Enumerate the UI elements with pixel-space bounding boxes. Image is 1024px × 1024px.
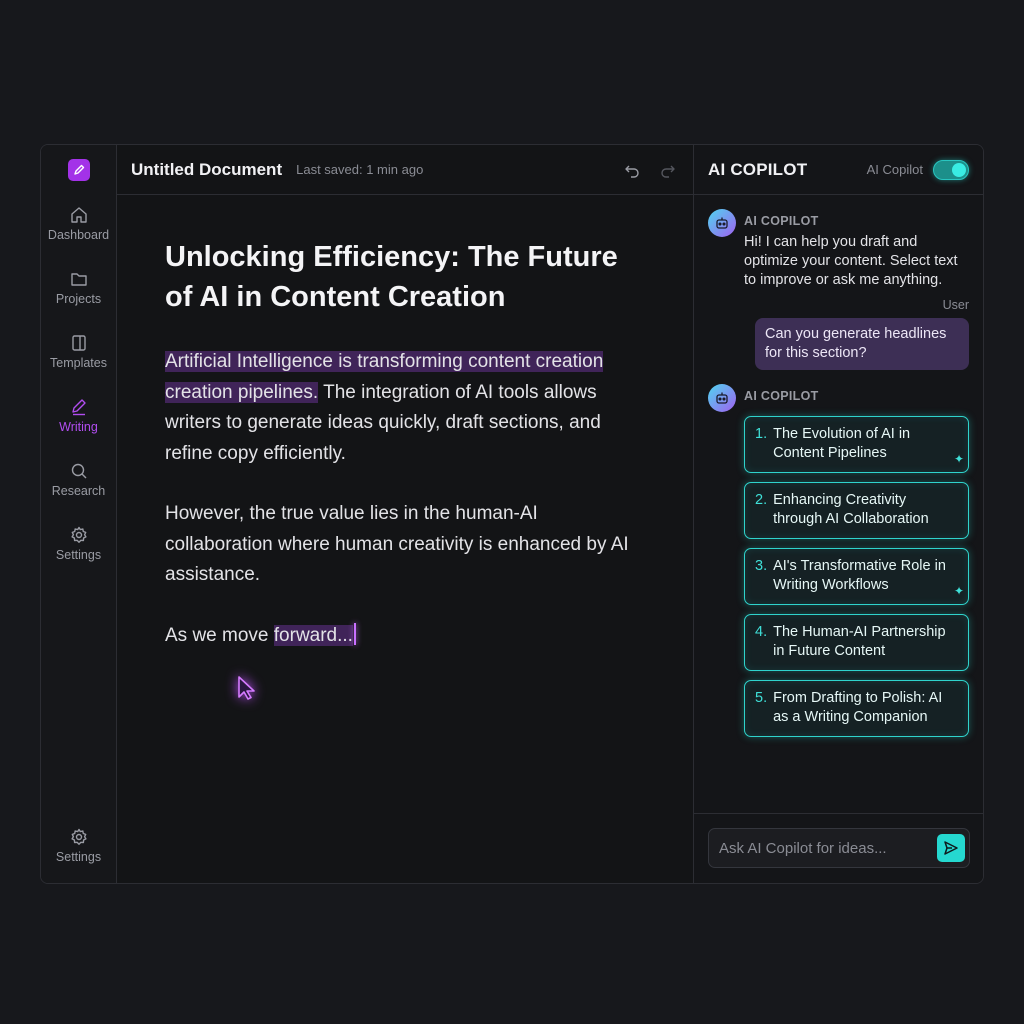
copilot-panel: AI COPILOT AI Copilot AI COPILOT Hi! I c… (694, 145, 983, 883)
document-title[interactable]: Untitled Document (131, 160, 282, 180)
sidebar-item-projects[interactable]: Projects (41, 255, 117, 319)
send-button[interactable] (937, 834, 965, 862)
editor-content[interactable]: Unlocking Efficiency: The Future of AI i… (117, 195, 693, 681)
sidebar-item-settings[interactable]: Settings (41, 511, 117, 575)
redo-icon (661, 165, 675, 178)
copilot-toggle[interactable] (933, 159, 969, 180)
sidebar-item-label: Writing (59, 419, 98, 434)
text-caret (353, 622, 356, 645)
send-icon (944, 841, 958, 855)
app-logo[interactable] (67, 159, 90, 181)
suggestion-card[interactable]: 1. The Evolution of AI in Content Pipeli… (744, 416, 969, 473)
paragraph-3[interactable]: As we move forward... (165, 621, 645, 652)
suggestion-text: From Drafting to Polish: AI as a Writing… (773, 690, 943, 725)
suggestion-number: 3. (755, 558, 768, 574)
sidebar-item-research[interactable]: Research (41, 447, 117, 511)
sidebar-item-writing[interactable]: Writing (41, 383, 117, 447)
suggestion-number: 2. (755, 492, 768, 508)
redo-button[interactable] (657, 159, 679, 181)
sidebar-item-label: Dashboard (47, 227, 110, 242)
bot-avatar (708, 209, 736, 237)
sparkle-icon: ✦ (953, 452, 964, 466)
sidebar-item-label: Settings (55, 547, 102, 562)
suggestion-text: The Evolution of AI in Content Pipelines (773, 426, 911, 461)
ai-message: AI COPILOT Hi! I can help you draft and … (708, 209, 969, 290)
suggestion-text: The Human-AI Partnership in Future Conte… (773, 624, 946, 659)
pen-logo-icon (73, 164, 84, 175)
copilot-title: AI COPILOT (708, 159, 808, 179)
copilot-toggle-label: AI Copilot (866, 162, 923, 177)
toggle-knob (952, 162, 966, 177)
folder-icon (70, 272, 87, 286)
ai-message: AI COPILOT (708, 384, 969, 412)
sidebar-item-label: Settings (55, 849, 102, 864)
suggestion-card[interactable]: 4. The Human-AI Partnership in Future Co… (744, 614, 969, 671)
sidebar-item-label: Projects (55, 291, 102, 306)
undo-icon (625, 165, 639, 178)
suggestion-text: Enhancing Creativity through AI Collabor… (773, 492, 929, 527)
ai-sender-name: AI COPILOT (744, 214, 819, 228)
copilot-header: AI COPILOT AI Copilot (694, 145, 983, 195)
suggestion-card[interactable]: 5. From Drafting to Polish: AI as a Writ… (744, 680, 969, 737)
sidebar-item-label: Research (51, 483, 106, 498)
sidebar-item-label: Templates (50, 355, 107, 370)
sparkle-icon: ✦ (953, 584, 964, 598)
gear-icon (70, 828, 87, 845)
editor-header: Untitled Document Last saved: 1 min ago (117, 145, 693, 195)
home-icon (70, 206, 87, 223)
headline-suggestions: 1. The Evolution of AI in Content Pipeli… (744, 416, 969, 737)
app-window: Dashboard Projects Templates Writing Res… (40, 144, 984, 884)
chat-input-area (694, 813, 983, 883)
ai-sender-name: AI COPILOT (744, 389, 819, 403)
paragraph-text: As we move (165, 624, 274, 646)
user-sender-label: User (942, 298, 969, 312)
template-icon (71, 334, 86, 351)
robot-icon (716, 217, 728, 229)
selected-text[interactable]: forward... (273, 624, 353, 646)
article-title[interactable]: Unlocking Efficiency: The Future of AI i… (165, 237, 645, 317)
suggestion-number: 4. (755, 624, 768, 640)
sidebar: Dashboard Projects Templates Writing Res… (41, 145, 117, 883)
suggestion-card[interactable]: 3. AI's Transformative Role in Writing W… (744, 548, 969, 605)
sidebar-item-templates[interactable]: Templates (41, 319, 117, 383)
mouse-pointer-icon (238, 676, 255, 700)
copilot-input[interactable] (719, 839, 937, 857)
pen-icon (71, 398, 86, 415)
paragraph-2[interactable]: However, the true value lies in the huma… (165, 499, 645, 591)
search-icon (71, 463, 86, 478)
bot-avatar (708, 384, 736, 412)
sidebar-item-dashboard[interactable]: Dashboard (41, 191, 117, 255)
editor-pane: Untitled Document Last saved: 1 min ago … (117, 145, 694, 883)
user-message: Can you generate headlines for this sect… (755, 318, 969, 370)
sidebar-bottom-settings[interactable]: Settings (41, 813, 117, 877)
ai-greeting: Hi! I can help you draft and optimize yo… (744, 234, 958, 288)
suggestion-text: AI's Transformative Role in Writing Work… (773, 558, 946, 593)
gear-icon (70, 526, 87, 543)
last-saved-status: Last saved: 1 min ago (296, 162, 424, 177)
suggestion-number: 1. (755, 426, 768, 442)
suggestion-card[interactable]: 2. Enhancing Creativity through AI Colla… (744, 482, 969, 539)
chat-thread: AI COPILOT Hi! I can help you draft and … (694, 195, 983, 883)
undo-button[interactable] (621, 159, 643, 181)
paragraph-1[interactable]: Artificial Intelligence is transforming … (165, 347, 645, 469)
suggestion-number: 5. (755, 690, 768, 706)
robot-icon (716, 392, 728, 404)
chat-input-box (708, 828, 970, 868)
